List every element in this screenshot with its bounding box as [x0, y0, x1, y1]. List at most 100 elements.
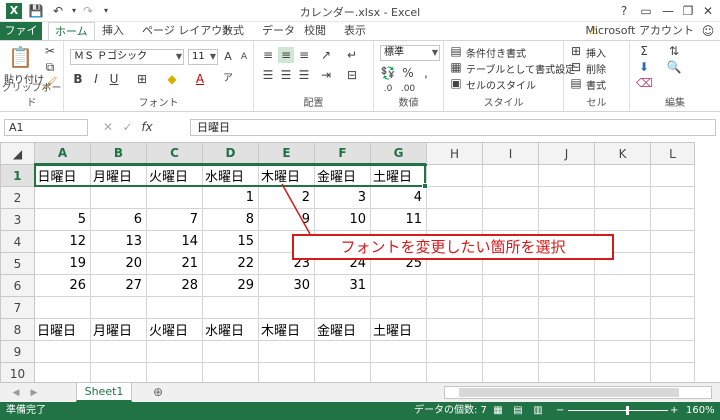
account-name[interactable]: Microsoft アカウント [585, 22, 694, 40]
column-header-g[interactable]: G [370, 142, 427, 166]
cell-f8[interactable]: 金曜日 [314, 318, 371, 341]
cell-a5[interactable]: 19 [34, 252, 91, 275]
cell-e8[interactable]: 木曜日 [258, 318, 315, 341]
cell-k9[interactable] [594, 340, 651, 363]
cell-h7[interactable] [426, 296, 483, 319]
tab-review[interactable]: 校閲 [304, 22, 326, 40]
ribbon-display-options-button[interactable]: ▭ [636, 2, 656, 20]
align-left-icon[interactable]: ☰ [260, 67, 276, 83]
wrap-text-icon[interactable]: ↵ [344, 47, 360, 63]
row-header-9[interactable]: 9 [0, 340, 35, 363]
cell-j6[interactable] [538, 274, 595, 297]
fill-icon[interactable]: ⬇ [636, 59, 652, 75]
tab-data[interactable]: データ [262, 22, 295, 40]
cell-j8[interactable] [538, 318, 595, 341]
cell-j7[interactable] [538, 296, 595, 319]
paste-icon[interactable]: 📋 [8, 45, 33, 69]
row-header-1[interactable]: 1 [0, 164, 36, 187]
cell-e6[interactable]: 30 [258, 274, 315, 297]
minimize-button[interactable]: — [658, 2, 678, 20]
cell-f3[interactable]: 10 [314, 208, 371, 231]
cell-i3[interactable] [482, 208, 539, 231]
bold-button[interactable]: B [70, 71, 86, 87]
align-center-icon[interactable]: ☰ [278, 67, 294, 83]
row-header-7[interactable]: 7 [0, 296, 35, 319]
cell-j2[interactable] [538, 186, 595, 209]
cell-a2[interactable] [34, 186, 91, 209]
cell-h2[interactable] [426, 186, 483, 209]
cell-l7[interactable] [650, 296, 695, 319]
next-sheet-icon[interactable]: ▶ [26, 385, 42, 401]
phonetic-guide-icon[interactable]: ア [220, 71, 236, 87]
cell-e7[interactable] [258, 296, 315, 319]
italic-button[interactable]: I [88, 71, 104, 87]
cancel-entry-icon[interactable]: ✕ [100, 119, 116, 135]
restore-button[interactable]: ❐ [678, 2, 698, 20]
cell-b7[interactable] [90, 296, 147, 319]
formula-input[interactable]: 日曜日 [190, 119, 716, 136]
cell-f9[interactable] [314, 340, 371, 363]
help-button[interactable]: ? [614, 2, 634, 20]
cell-table[interactable]: ◢ A B C D E F G H I J K L 1 日曜日 月曜日 火曜日 水曜日 木曜日 金曜日 土曜日 2 1 2 3… [0, 142, 695, 385]
percent-icon[interactable]: % [400, 65, 416, 81]
row-header-5[interactable]: 5 [0, 252, 35, 275]
cell-e3[interactable]: 9 [258, 208, 315, 231]
cell-b9[interactable] [90, 340, 147, 363]
insert-function-button[interactable]: fx [139, 119, 155, 135]
cell-i9[interactable] [482, 340, 539, 363]
cell-a4[interactable]: 12 [34, 230, 91, 253]
row-header-2[interactable]: 2 [0, 186, 35, 209]
underline-button[interactable]: U [106, 71, 122, 87]
cell-h6[interactable] [426, 274, 483, 297]
cell-l3[interactable] [650, 208, 695, 231]
cell-g6[interactable] [370, 274, 427, 297]
cell-d1[interactable]: 水曜日 [202, 164, 259, 187]
cell-b6[interactable]: 27 [90, 274, 147, 297]
cell-h9[interactable] [426, 340, 483, 363]
smiley-feedback-icon[interactable]: ☺ [700, 23, 716, 39]
align-middle-icon[interactable]: ≡ [278, 47, 294, 63]
scrollbar-thumb[interactable] [459, 388, 679, 397]
cell-b2[interactable] [90, 186, 147, 209]
column-header-a[interactable]: A [34, 142, 91, 166]
font-color-icon[interactable]: A [192, 71, 208, 87]
tab-file[interactable]: ファイル [0, 22, 42, 55]
column-header-k[interactable]: K [594, 142, 651, 165]
cell-d7[interactable] [202, 296, 259, 319]
tab-formulas[interactable]: 数式 [222, 22, 244, 40]
cell-j9[interactable] [538, 340, 595, 363]
cell-k6[interactable] [594, 274, 651, 297]
row-header-3[interactable]: 3 [0, 208, 35, 231]
prev-sheet-icon[interactable]: ◀ [8, 385, 24, 401]
new-sheet-button[interactable]: ⊕ [150, 384, 166, 400]
indent-icon[interactable]: ⇥ [318, 67, 334, 83]
cell-k2[interactable] [594, 186, 651, 209]
cell-c5[interactable]: 21 [146, 252, 203, 275]
cell-f6[interactable]: 31 [314, 274, 371, 297]
cell-l2[interactable] [650, 186, 695, 209]
cell-d4[interactable]: 15 [202, 230, 259, 253]
zoom-slider[interactable] [568, 406, 668, 415]
cell-g2[interactable]: 4 [370, 186, 427, 209]
cell-h3[interactable] [426, 208, 483, 231]
cell-d9[interactable] [202, 340, 259, 363]
cell-g8[interactable]: 土曜日 [370, 318, 427, 341]
grow-font-icon[interactable]: A [220, 49, 236, 65]
cell-g1[interactable]: 土曜日 [370, 164, 427, 187]
cell-e1[interactable]: 木曜日 [258, 164, 315, 187]
cell-e2[interactable]: 2 [258, 186, 315, 209]
cell-l4[interactable] [650, 230, 695, 253]
cell-b5[interactable]: 20 [90, 252, 147, 275]
cell-i1[interactable] [482, 164, 539, 187]
column-header-b[interactable]: B [90, 142, 147, 166]
row-header-4[interactable]: 4 [0, 230, 35, 253]
cell-d6[interactable]: 29 [202, 274, 259, 297]
shrink-font-icon[interactable]: A [236, 49, 252, 65]
page-layout-view-icon[interactable]: ▤ [510, 403, 526, 419]
zoom-level[interactable]: 160% [686, 402, 715, 420]
borders-icon[interactable]: ⊞ [134, 71, 150, 87]
copy-icon[interactable]: ⧉ [42, 59, 58, 75]
cell-a3[interactable]: 5 [34, 208, 91, 231]
zoom-slider-thumb[interactable] [626, 406, 629, 415]
cell-b1[interactable]: 月曜日 [90, 164, 147, 187]
